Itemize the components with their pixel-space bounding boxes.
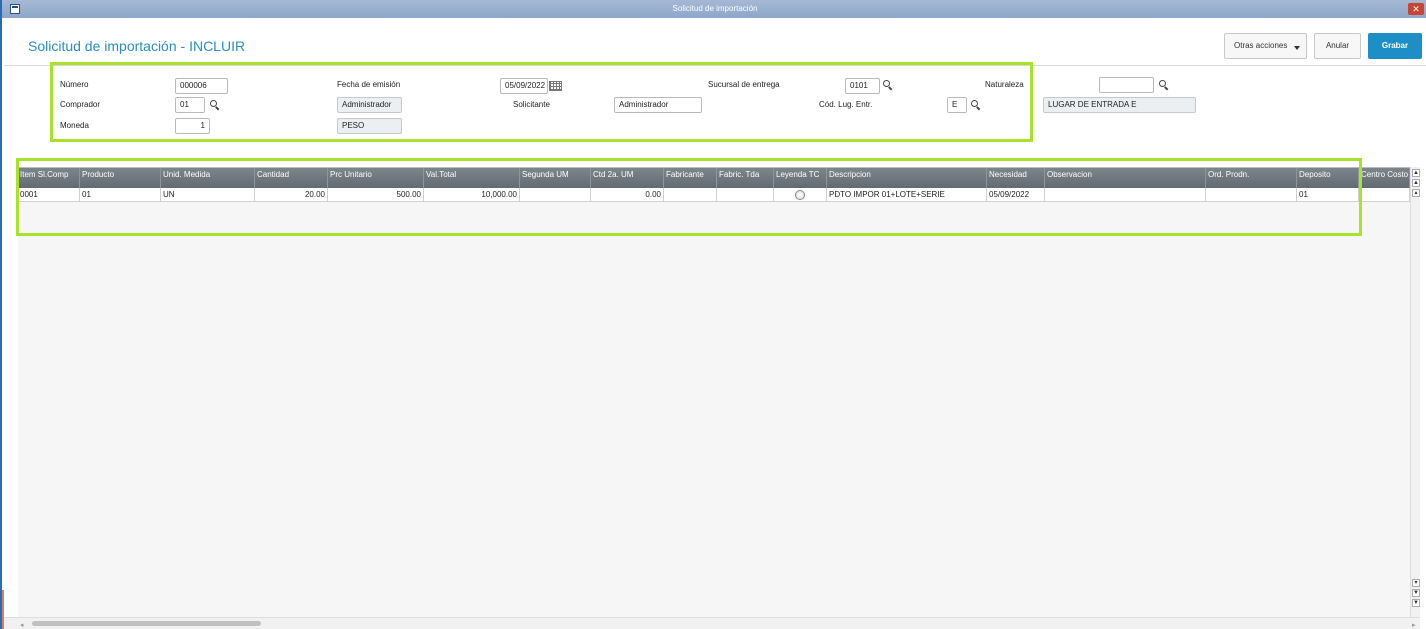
grid-highlight-box (16, 158, 1362, 236)
scroll-left-icon[interactable]: ◂ (20, 621, 24, 629)
title-bar: Solicitud de importación ✕ (2, 0, 1426, 18)
scroll-down-icon[interactable]: ▾ (1412, 579, 1420, 587)
close-icon[interactable]: ✕ (1408, 3, 1424, 15)
scroll-bottom-icon[interactable]: ▼ (1412, 599, 1420, 607)
scroll-top-icon[interactable]: ▲ (1412, 169, 1420, 177)
grabar-button[interactable]: Grabar (1368, 33, 1422, 59)
scroll-page-down-icon[interactable]: ▼ (1412, 589, 1420, 597)
col-centro-costo[interactable]: Centro Costo (1359, 168, 1410, 188)
page-title: Solicitud de importación - INCLUIR (28, 38, 246, 54)
vertical-scrollbar[interactable]: ▲ ▲ ▴ ▾ ▼ ▼ (1410, 167, 1420, 617)
naturaleza-search-icon[interactable] (1159, 80, 1168, 89)
scroll-up-icon[interactable]: ▴ (1412, 189, 1420, 197)
scroll-thumb[interactable] (32, 621, 261, 626)
lugar-entrada-desc-field: LUGAR DE ENTRADA E (1043, 97, 1196, 113)
chevron-down-icon (1294, 46, 1300, 50)
naturaleza-field[interactable] (1099, 77, 1154, 93)
otras-acciones-button[interactable]: Otras acciones (1224, 33, 1307, 59)
scroll-page-up-icon[interactable]: ▲ (1412, 179, 1420, 187)
form-highlight-box (50, 62, 1033, 142)
app-window: Solicitud de importación ✕ Solicitud de … (0, 0, 1426, 629)
otras-acciones-label: Otras acciones (1234, 41, 1288, 50)
horizontal-scrollbar[interactable]: ◂ ▸ (4, 617, 1420, 629)
page-header: Solicitud de importación - INCLUIR Otras… (4, 18, 1426, 66)
anular-button[interactable]: Anular (1314, 33, 1361, 59)
cell-centro-costo[interactable] (1359, 188, 1410, 202)
window-title: Solicitud de importación (672, 4, 758, 13)
left-accent-bar (2, 590, 4, 629)
scroll-right-icon[interactable]: ▸ (1412, 621, 1416, 629)
